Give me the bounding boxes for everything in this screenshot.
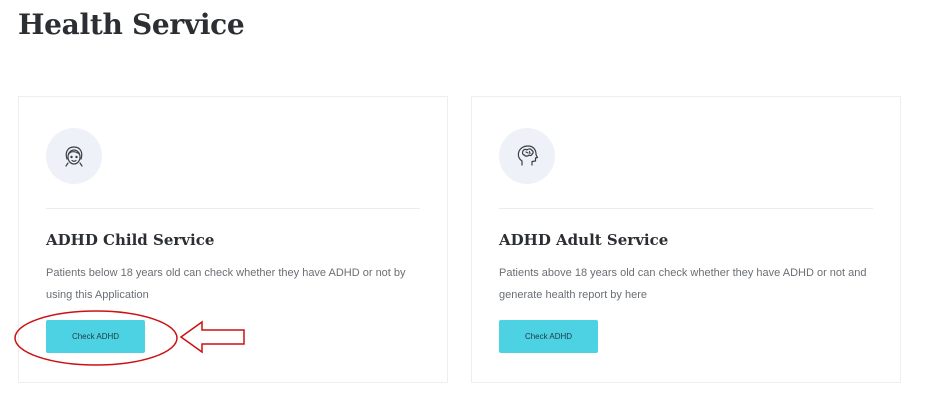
brain-head-icon (499, 128, 555, 184)
card-title: ADHD Adult Service (499, 231, 669, 249)
adhd-adult-service-card: ADHD Adult Service Patients above 18 yea… (471, 96, 901, 383)
card-description: Patients above 18 years old can check wh… (499, 267, 867, 301)
page-title: Health Service (18, 8, 245, 41)
adhd-child-service-card: ADHD Child Service Patients below 18 yea… (18, 96, 448, 383)
child-face-icon (46, 128, 102, 184)
card-divider (46, 208, 420, 209)
card-divider (499, 208, 873, 209)
check-adhd-child-button[interactable]: Check ADHD (46, 320, 145, 353)
check-adhd-adult-button[interactable]: Check ADHD (499, 320, 598, 353)
card-description: Patients below 18 years old can check wh… (46, 267, 406, 301)
card-title: ADHD Child Service (46, 231, 215, 249)
